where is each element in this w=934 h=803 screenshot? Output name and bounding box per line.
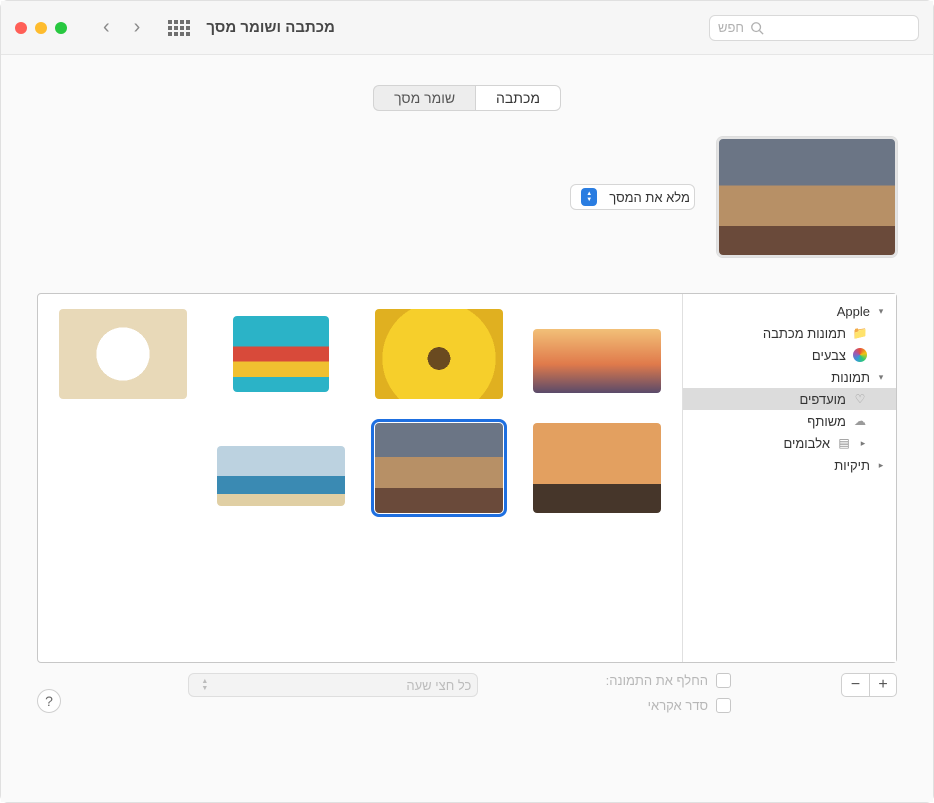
chevron-right-icon: ▸	[858, 438, 868, 449]
thumbnail-selected[interactable]	[375, 423, 503, 513]
tab-bar: מכתבה שומר מסך	[37, 85, 897, 111]
prefs-window: ‹ › מכתבה ושומר מסך חפש מכתבה שומר מסך מ…	[0, 0, 934, 803]
sidebar-item-desktop-pictures[interactable]: 📁 תמונות מכתבה	[683, 322, 896, 344]
sidebar-label: אלבומים	[783, 436, 830, 451]
sidebar-item-albums[interactable]: ▸ ▤ אלבומים	[683, 432, 896, 454]
chevron-right-icon: ▸	[876, 460, 886, 471]
sidebar-label: מועדפים	[799, 392, 846, 407]
sidebar-label: תמונות מכתבה	[763, 326, 846, 341]
change-picture-checkbox[interactable]	[716, 673, 731, 688]
change-picture-row: החלף את התמונה:	[606, 673, 731, 688]
stepper-icon: ▲▼	[201, 678, 208, 692]
sidebar-item-colors[interactable]: צבעים	[683, 344, 896, 366]
content-area: מכתבה שומר מסך מלא את המסך ▾ Apple 📁 תמו…	[1, 55, 933, 802]
stack-icon: ▤	[836, 435, 852, 451]
fit-mode-label: מלא את המסך	[609, 190, 690, 205]
palette-icon	[852, 347, 868, 363]
chevron-down-icon: ▾	[876, 306, 886, 317]
sidebar-group-folders[interactable]: ▸ תיקיות	[683, 454, 896, 476]
close-icon[interactable]	[15, 22, 27, 34]
preview-row: מלא את המסך	[37, 137, 897, 257]
thumbnail[interactable]	[233, 316, 329, 392]
thumbnail[interactable]	[533, 329, 661, 393]
random-order-row: סדר אקראי	[606, 698, 731, 713]
sidebar-group-apple[interactable]: ▾ Apple	[683, 300, 896, 322]
tab-screensaver[interactable]: שומר מסך	[373, 85, 475, 111]
search-placeholder: חפש	[718, 20, 744, 35]
random-order-checkbox[interactable]	[716, 698, 731, 713]
sidebar-label: צבעים	[812, 348, 846, 363]
search-icon	[750, 21, 764, 35]
current-wallpaper-preview	[717, 137, 897, 257]
remove-folder-button[interactable]: −	[841, 673, 869, 697]
thumbnail[interactable]	[533, 423, 661, 513]
folder-icon: 📁	[852, 325, 868, 341]
thumbnail[interactable]	[375, 309, 503, 399]
search-input[interactable]: חפש	[709, 15, 919, 41]
chevron-down-icon: ▾	[876, 372, 886, 383]
sidebar-label-apple: Apple	[837, 304, 870, 319]
source-sidebar: ▾ Apple 📁 תמונות מכתבה צבעים ▾ תמונות ♡	[682, 294, 896, 662]
back-button[interactable]: ‹	[103, 16, 110, 39]
minimize-icon[interactable]	[35, 22, 47, 34]
sidebar-label-photos: תמונות	[831, 370, 870, 385]
forward-button[interactable]: ›	[134, 16, 141, 39]
sidebar-item-shared[interactable]: ☁︎ משותף	[683, 410, 896, 432]
window-controls	[15, 22, 67, 34]
stepper-icon	[581, 188, 597, 206]
thumbnail[interactable]	[217, 446, 345, 506]
zoom-icon[interactable]	[55, 22, 67, 34]
fit-mode-select[interactable]: מלא את המסך	[570, 184, 695, 210]
sidebar-group-photos[interactable]: ▾ תמונות	[683, 366, 896, 388]
help-button[interactable]: ?	[37, 689, 61, 713]
options: החלף את התמונה: סדר אקראי	[606, 673, 731, 713]
titlebar: ‹ › מכתבה ושומר מסך חפש	[1, 1, 933, 55]
nav-arrows: ‹ ›	[103, 16, 140, 39]
cloud-icon: ☁︎	[852, 413, 868, 429]
add-remove-buttons: + −	[841, 673, 897, 697]
interval-label: כל חצי שעה	[406, 678, 471, 693]
footer: + − החלף את התמונה: סדר אקראי כל חצי שעה…	[37, 673, 897, 713]
change-interval-select[interactable]: כל חצי שעה ▲▼	[188, 673, 478, 697]
sidebar-label-folders: תיקיות	[834, 458, 870, 473]
random-order-label: סדר אקראי	[648, 698, 708, 713]
thumbnail-grid	[38, 294, 682, 662]
heart-icon: ♡	[852, 391, 868, 407]
add-folder-button[interactable]: +	[869, 673, 897, 697]
window-title: מכתבה ושומר מסך	[206, 19, 335, 36]
show-all-icon[interactable]	[168, 20, 190, 36]
sidebar-item-favorites[interactable]: ♡ מועדפים	[683, 388, 896, 410]
sidebar-label: משותף	[807, 414, 846, 429]
tab-desktop[interactable]: מכתבה	[475, 85, 561, 111]
image-browser: ▾ Apple 📁 תמונות מכתבה צבעים ▾ תמונות ♡	[37, 293, 897, 663]
change-picture-label: החלף את התמונה:	[606, 673, 708, 688]
thumbnail[interactable]	[59, 309, 187, 399]
